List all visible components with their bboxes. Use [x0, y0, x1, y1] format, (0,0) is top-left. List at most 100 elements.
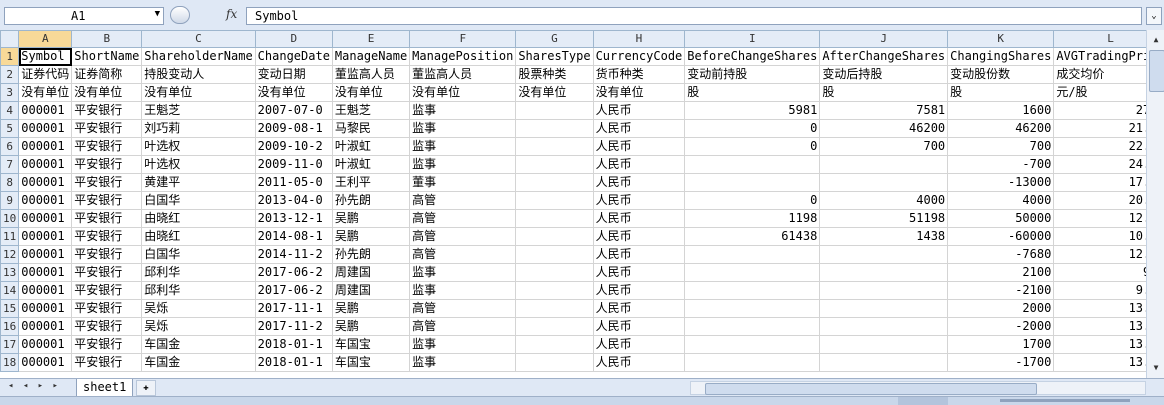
- cell-i13[interactable]: [684, 263, 821, 282]
- cell-i14[interactable]: [684, 281, 821, 300]
- cell-f16[interactable]: 高管: [409, 317, 517, 336]
- cell-h16[interactable]: 人民币: [592, 317, 686, 336]
- function-wizard-icon[interactable]: [170, 6, 190, 24]
- cell-d10[interactable]: 2013-12-1: [254, 209, 333, 228]
- expand-formula-bar-icon[interactable]: ⌄: [1146, 7, 1162, 25]
- cell-d12[interactable]: 2014-11-2: [254, 245, 333, 264]
- cell-g5[interactable]: [515, 119, 594, 138]
- cell-c8[interactable]: 黄建平: [141, 173, 256, 192]
- cell-e3[interactable]: 没有单位: [331, 83, 411, 102]
- cell-g2[interactable]: 股票种类: [515, 65, 594, 84]
- cell-a7[interactable]: 000001: [18, 155, 73, 174]
- cell-e13[interactable]: 周建国: [331, 263, 411, 282]
- cell-a9[interactable]: 000001: [18, 191, 73, 210]
- cell-j13[interactable]: [819, 263, 949, 282]
- cell-k18[interactable]: -1700: [947, 353, 1055, 372]
- horizontal-scroll-thumb[interactable]: [705, 383, 1037, 395]
- row-header[interactable]: 11: [0, 227, 20, 246]
- cell-c13[interactable]: 邱利华: [141, 263, 256, 282]
- cell-g11[interactable]: [515, 227, 594, 246]
- cell-g7[interactable]: [515, 155, 594, 174]
- cell-k11[interactable]: -60000: [947, 227, 1055, 246]
- cell-g16[interactable]: [515, 317, 594, 336]
- cell-c18[interactable]: 车国金: [141, 353, 256, 372]
- cell-d3[interactable]: 没有单位: [254, 83, 333, 102]
- cell-a1[interactable]: Symbol: [18, 47, 73, 66]
- cell-a11[interactable]: 000001: [18, 227, 73, 246]
- cell-c16[interactable]: 吴烁: [141, 317, 256, 336]
- cell-d14[interactable]: 2017-06-2: [254, 281, 333, 300]
- cell-h5[interactable]: 人民币: [592, 119, 686, 138]
- cell-b6[interactable]: 平安银行: [71, 137, 143, 156]
- cell-h1[interactable]: CurrencyCode: [592, 47, 686, 66]
- cell-i12[interactable]: [684, 245, 821, 264]
- cell-a15[interactable]: 000001: [18, 299, 73, 318]
- cell-d4[interactable]: 2007-07-0: [254, 101, 333, 120]
- cell-i2[interactable]: 变动前持股: [684, 65, 821, 84]
- cell-g3[interactable]: 没有单位: [515, 83, 594, 102]
- cell-j6[interactable]: 700: [819, 137, 949, 156]
- cell-a12[interactable]: 000001: [18, 245, 73, 264]
- cell-h6[interactable]: 人民币: [592, 137, 686, 156]
- cell-a3[interactable]: 没有单位: [18, 83, 73, 102]
- cell-d5[interactable]: 2009-08-1: [254, 119, 333, 138]
- cell-j15[interactable]: [819, 299, 949, 318]
- chevron-down-icon[interactable]: ▼: [155, 9, 160, 19]
- cell-k1[interactable]: ChangingShares: [947, 47, 1055, 66]
- row-header[interactable]: 14: [0, 281, 20, 300]
- column-header-h[interactable]: H: [592, 30, 686, 48]
- cell-k8[interactable]: -13000: [947, 173, 1055, 192]
- cell-i10[interactable]: 1198: [684, 209, 821, 228]
- cell-a6[interactable]: 000001: [18, 137, 73, 156]
- cell-i18[interactable]: [684, 353, 821, 372]
- cell-a14[interactable]: 000001: [18, 281, 73, 300]
- cell-k14[interactable]: -2100: [947, 281, 1055, 300]
- cell-g12[interactable]: [515, 245, 594, 264]
- cell-a5[interactable]: 000001: [18, 119, 73, 138]
- cell-e15[interactable]: 吴鹏: [331, 299, 411, 318]
- cell-f14[interactable]: 监事: [409, 281, 517, 300]
- cell-g15[interactable]: [515, 299, 594, 318]
- cell-d18[interactable]: 2018-01-1: [254, 353, 333, 372]
- select-all-corner[interactable]: [0, 30, 20, 48]
- cell-j11[interactable]: 1438: [819, 227, 949, 246]
- row-header[interactable]: 10: [0, 209, 20, 228]
- cell-b9[interactable]: 平安银行: [71, 191, 143, 210]
- cell-d8[interactable]: 2011-05-0: [254, 173, 333, 192]
- cell-c9[interactable]: 白国华: [141, 191, 256, 210]
- cell-l2[interactable]: 成交均价: [1053, 65, 1146, 84]
- cell-f1[interactable]: ManagePosition: [409, 47, 517, 66]
- cell-j5[interactable]: 46200: [819, 119, 949, 138]
- cell-i7[interactable]: [684, 155, 821, 174]
- cell-c11[interactable]: 由晓红: [141, 227, 256, 246]
- row-header[interactable]: 2: [0, 65, 20, 84]
- cell-i11[interactable]: 61438: [684, 227, 821, 246]
- cell-h7[interactable]: 人民币: [592, 155, 686, 174]
- cell-j3[interactable]: 股: [819, 83, 949, 102]
- column-header-g[interactable]: G: [515, 30, 594, 48]
- cell-d13[interactable]: 2017-06-2: [254, 263, 333, 282]
- cell-c6[interactable]: 叶选权: [141, 137, 256, 156]
- insert-function-button[interactable]: fx: [226, 7, 237, 21]
- cell-j18[interactable]: [819, 353, 949, 372]
- cell-b16[interactable]: 平安银行: [71, 317, 143, 336]
- cell-i4[interactable]: 5981: [684, 101, 821, 120]
- cell-f10[interactable]: 高管: [409, 209, 517, 228]
- cell-f6[interactable]: 监事: [409, 137, 517, 156]
- cell-h3[interactable]: 没有单位: [592, 83, 686, 102]
- cell-h13[interactable]: 人民币: [592, 263, 686, 282]
- cell-e18[interactable]: 车国宝: [331, 353, 411, 372]
- cell-j10[interactable]: 51198: [819, 209, 949, 228]
- cell-d17[interactable]: 2018-01-1: [254, 335, 333, 354]
- cell-d2[interactable]: 变动日期: [254, 65, 333, 84]
- cell-b2[interactable]: 证券简称: [71, 65, 143, 84]
- row-header[interactable]: 8: [0, 173, 20, 192]
- cell-a16[interactable]: 000001: [18, 317, 73, 336]
- cell-b7[interactable]: 平安银行: [71, 155, 143, 174]
- cell-d16[interactable]: 2017-11-2: [254, 317, 333, 336]
- cell-b5[interactable]: 平安银行: [71, 119, 143, 138]
- cell-k4[interactable]: 1600: [947, 101, 1055, 120]
- cell-j16[interactable]: [819, 317, 949, 336]
- cell-d15[interactable]: 2017-11-1: [254, 299, 333, 318]
- cell-j9[interactable]: 4000: [819, 191, 949, 210]
